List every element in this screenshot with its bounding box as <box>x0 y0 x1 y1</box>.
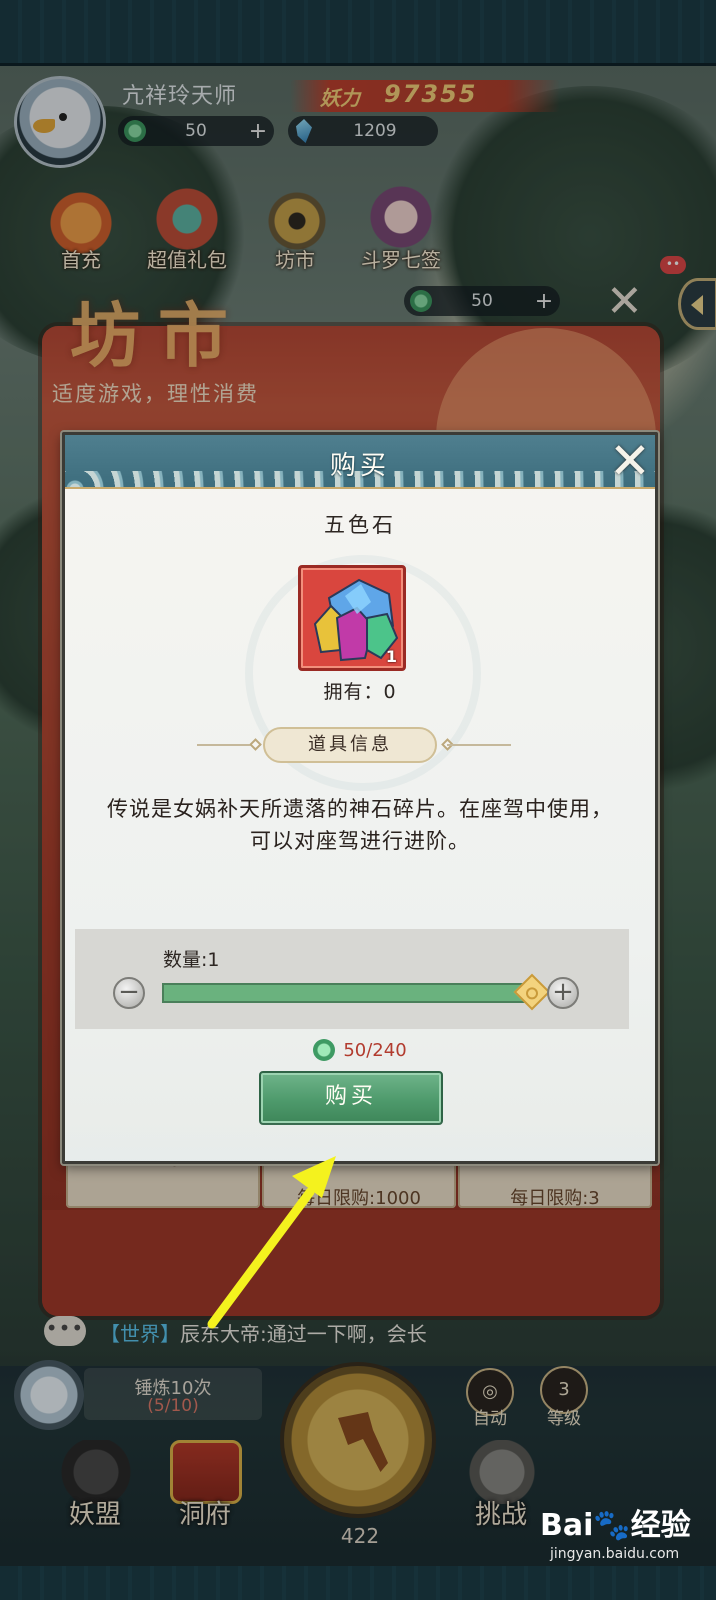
baidu-watermark: Bai🐾经验 <box>540 1508 691 1543</box>
baidu-watermark-url: jingyan.baidu.com <box>550 1546 680 1562</box>
annotation-arrow-icon <box>207 1156 336 1329</box>
